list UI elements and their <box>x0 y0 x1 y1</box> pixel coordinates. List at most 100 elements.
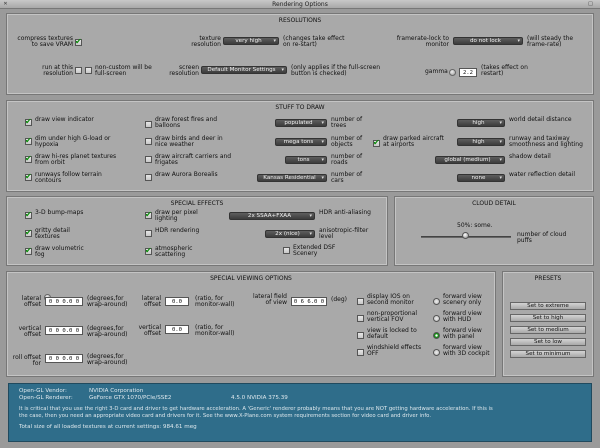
gamma-field[interactable]: 2.2 <box>459 68 477 77</box>
chevron-down-icon: ▾ <box>309 213 312 219</box>
parked-aircraft-checkbox[interactable] <box>373 138 380 147</box>
roll-offset-label: roll offset for <box>12 354 41 368</box>
antialiasing-label: HDR anti-aliasing <box>319 209 371 216</box>
vertical-offset-label: vertical offset <box>18 325 41 339</box>
view-locked-checkbox[interactable] <box>357 332 364 339</box>
gamma-wheel[interactable] <box>449 69 456 76</box>
hires-planet-label: draw hi-res planet textures from orbit <box>35 153 117 167</box>
forward-panel-radio[interactable] <box>433 332 440 339</box>
opengl-info-panel: Open-GL Vendor: NVIDIA Corporation Open-… <box>8 383 592 442</box>
vertical-ratio-label: vertical offset <box>138 324 161 338</box>
vertical-ratio-field[interactable]: 0.0 <box>165 325 189 334</box>
draw-view-indicator-checkbox[interactable] <box>25 117 32 126</box>
hdr-checkbox[interactable] <box>145 230 152 237</box>
vertical-offset-field[interactable]: 0 0 0.0 0 <box>45 326 83 335</box>
chevron-down-icon: ▾ <box>321 139 324 145</box>
gritty-detail-checkbox[interactable] <box>25 228 32 237</box>
chevron-down-icon: ▾ <box>499 139 502 145</box>
lateral-ratio-field[interactable]: 0.0 <box>165 297 189 306</box>
window-title: Rendering Options <box>272 1 328 8</box>
atmospheric-checkbox[interactable] <box>145 246 152 255</box>
fov-field[interactable]: 0 6 6.0 0 <box>291 297 327 306</box>
bump-maps-checkbox[interactable] <box>25 210 32 219</box>
cars-dropdown[interactable]: Kansas Residential ▾ <box>257 174 327 182</box>
forward-hud-label: forward view with HUD <box>443 310 482 324</box>
viewing-title: SPECIAL VIEWING OPTIONS <box>210 275 292 282</box>
preset-medium-button[interactable]: Set to medium <box>510 326 586 334</box>
forward-panel-label: forward view with panel <box>443 327 482 341</box>
gritty-detail-label: gritty detail textures <box>35 227 70 241</box>
gamma-note: (takes effect on restart) <box>481 64 528 78</box>
dim-g-load-checkbox[interactable] <box>25 136 32 145</box>
aurora-label: draw Aurora Borealis <box>155 171 218 178</box>
noncustom-checkbox[interactable] <box>85 67 92 74</box>
nonprop-fov-checkbox[interactable] <box>357 315 364 322</box>
resolutions-title: RESOLUTIONS <box>278 17 322 24</box>
preset-low-button[interactable]: Set to low <box>510 338 586 346</box>
chevron-down-icon: ▾ <box>309 231 312 237</box>
title-bar[interactable]: ✕ □ Rendering Options <box>0 0 600 9</box>
preset-high-button[interactable]: Set to high <box>510 314 586 322</box>
antialiasing-dropdown[interactable]: 2x SSAA+FXAA ▾ <box>229 212 315 220</box>
presets-panel: PRESETS Set to extreme Set to high Set t… <box>502 271 594 377</box>
chevron-down-icon: ▾ <box>499 120 502 126</box>
per-pixel-checkbox[interactable] <box>145 210 152 219</box>
texres-dropdown[interactable]: very high ▾ <box>223 37 279 45</box>
cloud-slider-knob[interactable] <box>462 232 469 239</box>
water-dropdown[interactable]: none ▾ <box>457 174 505 182</box>
chevron-down-icon: ▾ <box>281 67 284 73</box>
chevron-down-icon: ▾ <box>499 175 502 181</box>
cloud-detail-panel: CLOUD DETAIL 50%: some. number of cloud … <box>394 196 594 266</box>
trees-dropdown[interactable]: populated ▾ <box>275 119 327 127</box>
chevron-down-icon: ▾ <box>321 157 324 163</box>
runway-dropdown[interactable]: high ▾ <box>457 138 505 146</box>
lateral-ratio-units: (ratio, for monitor-wall) <box>195 295 235 309</box>
shadow-dropdown[interactable]: global (medium) ▾ <box>435 156 505 164</box>
objects-dropdown[interactable]: mega tons ▾ <box>275 138 327 146</box>
runres-checkbox[interactable] <box>75 67 82 74</box>
roll-offset-field[interactable]: 0 0 0.0 0 <box>45 354 83 363</box>
renderer-value: GeForce GTX 1070/PCIe/SSE2 <box>89 395 172 401</box>
cloud-percent: 50%: some. <box>457 222 493 229</box>
forest-fires-label: draw forest fires and balloons <box>155 116 218 130</box>
forward-scenery-radio[interactable] <box>433 298 440 305</box>
lateral-ratio-label: lateral offset <box>141 295 161 309</box>
carriers-checkbox[interactable] <box>145 156 152 163</box>
framerate-label: framerate-lock to monitor <box>396 35 449 49</box>
preset-minimum-button[interactable]: Set to minimum <box>510 350 586 358</box>
volumetric-fog-label: draw volumetric fog <box>35 245 84 259</box>
display-ios-checkbox[interactable] <box>357 298 364 305</box>
preset-extreme-button[interactable]: Set to extreme <box>510 302 586 310</box>
effects-title: SPECIAL EFFECTS <box>170 200 224 207</box>
dsf-checkbox[interactable] <box>283 247 290 254</box>
anisotropic-dropdown[interactable]: 2x (nice) ▾ <box>265 230 315 238</box>
objects-label: number of objects <box>331 135 363 149</box>
lateral-offset-label: lateral offset <box>21 295 41 309</box>
world-detail-dropdown[interactable]: high ▾ <box>457 119 505 127</box>
runres-label: run at this resolution <box>42 64 73 78</box>
aurora-checkbox[interactable] <box>145 174 152 181</box>
windshield-checkbox[interactable] <box>357 349 364 356</box>
framerate-dropdown[interactable]: do not lock ▾ <box>453 37 523 45</box>
forward-3d-cockpit-radio[interactable] <box>433 349 440 356</box>
screenres-note: (only applies if the full-screen button … <box>291 64 381 78</box>
volumetric-fog-checkbox[interactable] <box>25 246 32 255</box>
roads-dropdown[interactable]: tons ▾ <box>285 156 327 164</box>
roll-offset-units: (degrees,for wrap-around) <box>87 353 128 367</box>
opengl-version: 4.5.0 NVIDIA 375.39 <box>231 395 288 401</box>
forward-hud-radio[interactable] <box>433 315 440 322</box>
framerate-note: (will steady the frame-rate) <box>527 35 574 49</box>
hires-planet-checkbox[interactable] <box>25 154 32 163</box>
display-ios-label: display IOS on second monitor <box>367 293 414 307</box>
screenres-dropdown[interactable]: Default Monitor Settings ▾ <box>201 66 287 74</box>
lateral-offset-field[interactable]: 0 0 0.0 0 <box>45 297 83 306</box>
runways-terrain-checkbox[interactable] <box>25 172 32 181</box>
world-detail-label: world detail distance <box>509 116 572 123</box>
compress-label: compress textures to save VRAM <box>17 35 73 49</box>
vendor-label: Open-GL Vendor: <box>19 388 67 394</box>
compress-checkbox[interactable] <box>75 37 82 46</box>
shadow-label: shadow detail <box>509 153 551 160</box>
birds-deer-checkbox[interactable] <box>145 138 152 145</box>
forest-fires-checkbox[interactable] <box>145 121 152 128</box>
fov-label: lateral field of view <box>252 293 287 307</box>
